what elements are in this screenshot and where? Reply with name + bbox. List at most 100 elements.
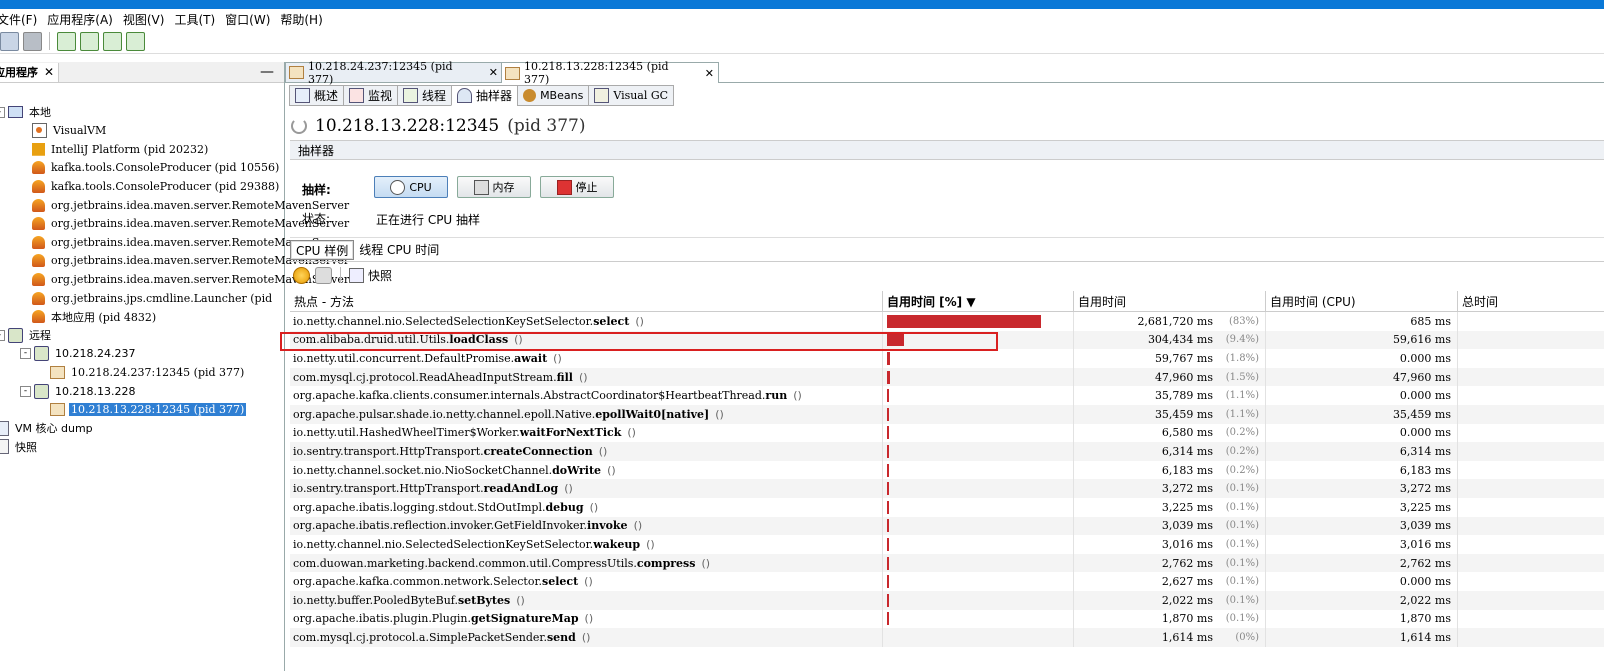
column-header-total-time[interactable]: 总时间 [1458, 291, 1604, 311]
tree-item-label: 本地 [29, 106, 51, 119]
self-time-cpu-value: 47,960 ms [1392, 370, 1451, 384]
self-time-percent: (0.2%) [1225, 427, 1259, 439]
tab-cpu-samples[interactable]: CPU 样例 [290, 240, 355, 260]
tree-collapse-icon[interactable]: - [20, 385, 31, 397]
close-icon[interactable]: ✕ [44, 65, 54, 79]
load-snapshot-icon[interactable] [0, 31, 19, 51]
self-time-cpu-cell: 2,762 ms [1266, 553, 1458, 573]
menu-tools[interactable]: 工具(T) [169, 11, 220, 28]
menu-file[interactable]: 文件(F) [0, 11, 42, 28]
add-snapshot-icon[interactable] [126, 31, 145, 51]
tree-item-label: 10.218.13.228 [55, 384, 136, 398]
save-icon[interactable] [23, 31, 42, 51]
tree-item[interactable]: - 远程 [0, 326, 53, 344]
tree-item[interactable]: VM 核心 dump [0, 419, 95, 437]
cpu-sample-button[interactable]: CPU [374, 176, 448, 198]
method-package: org.apache.ibatis.logging.stdout.StdOutI… [293, 500, 546, 514]
table-row[interactable]: io.netty.buffer.PooledByteBuf. setBytes ()… [290, 591, 1604, 610]
tree-item[interactable]: - 本地 [0, 103, 53, 121]
tree-item[interactable]: - 10.218.13.228 [20, 382, 137, 400]
table-row[interactable]: org.apache.kafka.common.network.Selector… [290, 572, 1604, 591]
tab-mbeans-label: MBeans [540, 89, 584, 102]
menu-applications[interactable]: 应用程序(A) [42, 11, 118, 28]
self-time-bar-cell [883, 405, 1074, 424]
sampler-icon [457, 88, 473, 103]
tree-item[interactable]: VisualVM [20, 122, 108, 140]
tree-collapse-icon[interactable]: - [0, 106, 5, 118]
tree-item[interactable]: kafka.tools.ConsoleProducer (pid 10556) [20, 159, 281, 177]
add-vm-coredump-icon[interactable] [103, 31, 122, 51]
menu-window[interactable]: 窗口(W) [220, 11, 275, 28]
tab-mbeans[interactable]: MBeans [517, 85, 590, 106]
tree-item[interactable]: kafka.tools.ConsoleProducer (pid 29388) [20, 177, 281, 195]
table-row[interactable]: io.sentry.transport.HttpTransport. create… [290, 442, 1604, 461]
tab-visual-gc[interactable]: Visual GC [588, 85, 675, 106]
table-row[interactable]: org.apache.ibatis.logging.stdout.StdOutI… [290, 498, 1604, 517]
table-row[interactable]: com.mysql.cj.protocol.a.SimplePacketSend… [290, 628, 1604, 647]
tab-sampler[interactable]: 抽样器 [451, 85, 519, 106]
menu-view[interactable]: 视图(V) [118, 11, 170, 28]
close-icon[interactable]: ✕ [489, 66, 498, 79]
tree-collapse-icon[interactable]: - [0, 329, 5, 341]
method-cell: com.mysql.cj.protocol.a.SimplePacketSend… [290, 628, 883, 647]
table-row[interactable]: org.apache.pulsar.shade.io.netty.channel… [290, 405, 1604, 424]
method-package: io.netty.channel.nio.SelectedSelectionKe… [293, 537, 594, 551]
method-name: compress [636, 556, 696, 570]
table-row[interactable]: io.netty.util.HashedWheelTimer$Worker. wa… [290, 423, 1604, 443]
table-row[interactable]: io.netty.channel.nio.SelectedSelectionKe… [290, 535, 1604, 554]
table-row[interactable]: org.apache.kafka.clients.consumer.intern… [290, 386, 1604, 405]
method-package: org.apache.ibatis.plugin.Plugin. [293, 612, 471, 626]
column-header-self-time-cpu[interactable]: 自用时间 (CPU) [1266, 291, 1458, 311]
minimize-icon[interactable]: — [260, 64, 274, 80]
stop-sampling-button[interactable]: 停止 [540, 176, 614, 198]
method-parens: () [635, 314, 644, 328]
toolbar-separator [49, 32, 50, 50]
method-name: invoke [587, 519, 628, 533]
tab-thread-cpu-time[interactable]: 线程 CPU 时间 [354, 240, 444, 258]
tree-item[interactable]: IntelliJ Platform (pid 20232) [20, 140, 210, 158]
tab-overview[interactable]: 概述 [289, 85, 345, 106]
tree-item[interactable]: org.jetbrains.jps.cmdline.Launcher (pid [20, 289, 274, 307]
table-row[interactable]: com.mysql.cj.protocol.ReadAheadInputStre… [290, 367, 1604, 387]
tab-monitor[interactable]: 监视 [343, 85, 399, 106]
tree-item[interactable]: 10.218.24.237:12345 (pid 377) [38, 363, 246, 381]
method-package: io.netty.channel.nio.SelectedSelectionKe… [293, 314, 594, 328]
document-tab-24-237[interactable]: 10.218.24.237:12345 (pid 377) ✕ [285, 60, 503, 86]
applications-tab[interactable]: 应用程序 ✕ [0, 62, 60, 82]
self-time-value: 1,614 ms [1161, 630, 1213, 644]
menu-help[interactable]: 帮助(H) [275, 11, 327, 28]
table-row[interactable]: com.duowan.marketing.backend.common.util… [290, 553, 1604, 573]
snapshot-button[interactable]: 快照 [349, 267, 392, 284]
table-row[interactable]: io.netty.util.concurrent.DefaultPromise.… [290, 349, 1604, 368]
table-row[interactable]: io.sentry.transport.HttpTransport. readAn… [290, 479, 1604, 498]
self-time-bar [887, 537, 889, 551]
self-time-percent: (0.2%) [1225, 464, 1259, 476]
column-header-self-time-percent[interactable]: 自用时间 [%] ▼ [883, 291, 1074, 311]
table-row[interactable]: org.apache.ibatis.reflection.invoker.Get… [290, 516, 1604, 536]
tree-item[interactable]: 快照 [0, 438, 39, 456]
tab-visual-gc-label: Visual GC [613, 89, 669, 102]
tab-threads[interactable]: 线程 [397, 85, 453, 106]
self-time-cell: 35,459 ms (1.1%) [1074, 405, 1266, 424]
tree-item[interactable]: 10.218.13.228:12345 (pid 377) [38, 401, 247, 419]
table-row[interactable]: org.apache.ibatis.plugin.Plugin. getSigna… [290, 609, 1604, 629]
refresh-icon[interactable] [315, 266, 332, 284]
memory-sample-button[interactable]: 内存 [457, 176, 531, 198]
column-header-method[interactable]: 热点 - 方法 [290, 291, 883, 311]
snapshot-button-label: 快照 [368, 268, 393, 283]
close-icon[interactable]: ✕ [705, 67, 714, 80]
self-time-percent: (0.1%) [1225, 557, 1259, 569]
table-row[interactable]: io.netty.channel.nio.SelectedSelectionKe… [290, 312, 1604, 331]
tree-item[interactable]: - 10.218.24.237 [20, 345, 137, 363]
pause-icon[interactable] [293, 266, 310, 284]
table-row[interactable]: io.netty.channel.socket.nio.NioSocketCha… [290, 460, 1604, 480]
self-time-cpu-cell: 0.000 ms [1266, 572, 1458, 591]
document-tab-13-228[interactable]: 10.218.13.228:12345 (pid 377) ✕ [501, 60, 719, 86]
tree-collapse-icon[interactable]: - [20, 348, 31, 360]
annotation-highlight-box [280, 332, 998, 351]
column-header-self-time[interactable]: 自用时间 [1074, 291, 1266, 311]
add-remote-host-icon[interactable] [80, 31, 99, 51]
add-jmx-connection-icon[interactable] [57, 31, 76, 51]
tree-item[interactable]: 本地应用 (pid 4832) [20, 308, 158, 326]
method-parens: () [589, 500, 599, 514]
